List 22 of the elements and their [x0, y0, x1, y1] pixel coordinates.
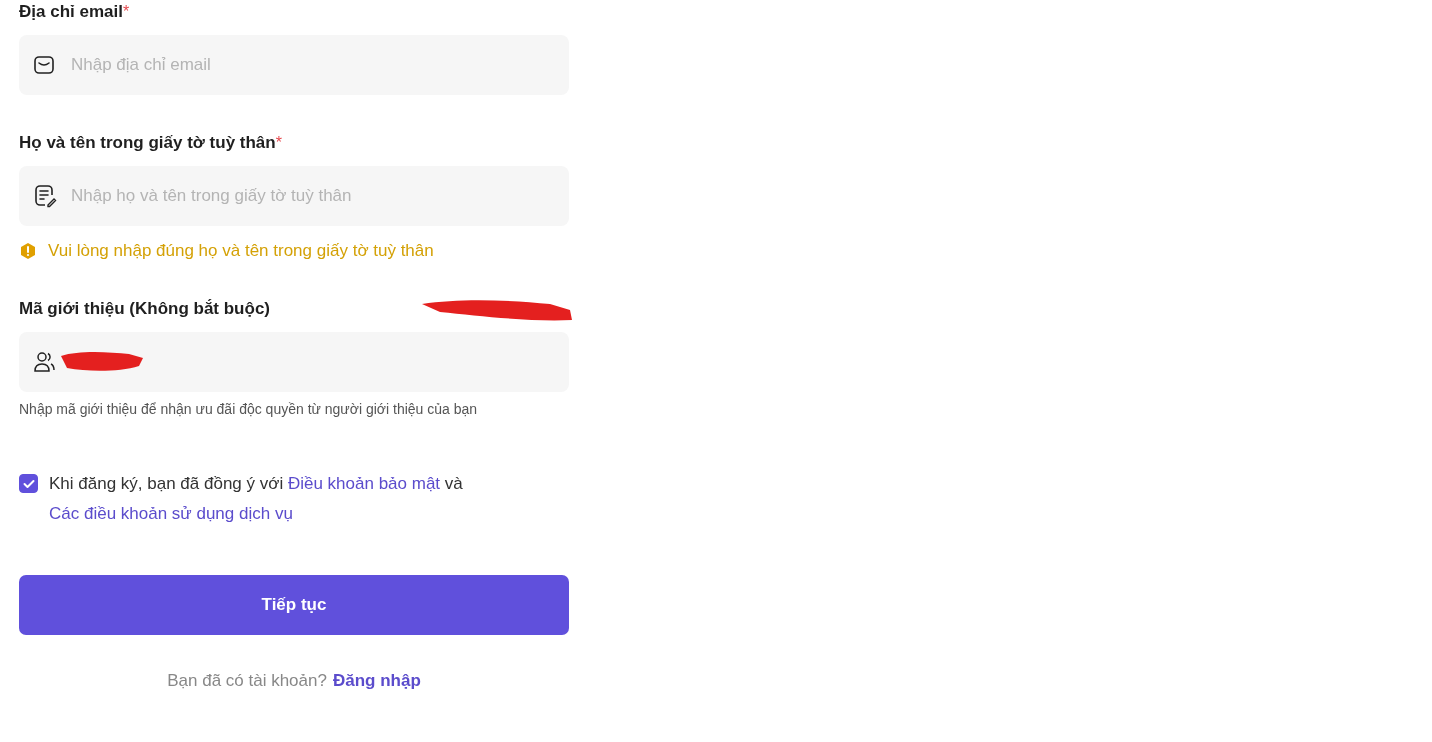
field-label: Địa chỉ email	[19, 2, 123, 21]
required-mark: *	[122, 3, 130, 20]
input-field[interactable]: Nhập họ và tên trong giấy tờ tuỳ thân	[19, 166, 569, 226]
input-field[interactable]: Nhập địa chỉ email	[19, 35, 569, 95]
terms-link[interactable]: Các điều khoản sử dụng dịch vụ	[49, 504, 293, 523]
field-label: Họ và tên trong giấy tờ tuỳ thân	[19, 133, 276, 152]
checkbox[interactable]	[19, 474, 38, 493]
check-icon	[22, 478, 35, 489]
continue-button[interactable]: Tiếp tục	[19, 575, 569, 635]
users-icon	[33, 350, 57, 374]
required-mark: *	[275, 134, 282, 151]
login-prompt: Bạn đã có tài khoản?	[167, 671, 327, 691]
note-edit-icon	[33, 184, 57, 208]
helper-text: Nhập mã giới thiệu để nhận ưu đãi độc quyền từ người giới thiệu của bạn	[19, 401, 479, 417]
mail-icon	[33, 54, 55, 76]
field-label: Mã giới thiệu (Không bắt buộc)	[19, 299, 270, 318]
warning-message: Vui lòng nhập đúng họ và tên trong giấy tờ tuỳ thân	[48, 241, 434, 261]
login-link[interactable]: Đăng nhập	[332, 671, 421, 691]
consent-text: Khi đăng ký, bạn đã đồng ý với Điều khoản bảo mật và Các điều khoản sử dụng dịch vụ	[49, 473, 464, 525]
privacy-link[interactable]: Điều khoản bảo mật	[287, 474, 441, 493]
input-field[interactable]	[19, 332, 569, 392]
warning-icon	[19, 242, 37, 260]
